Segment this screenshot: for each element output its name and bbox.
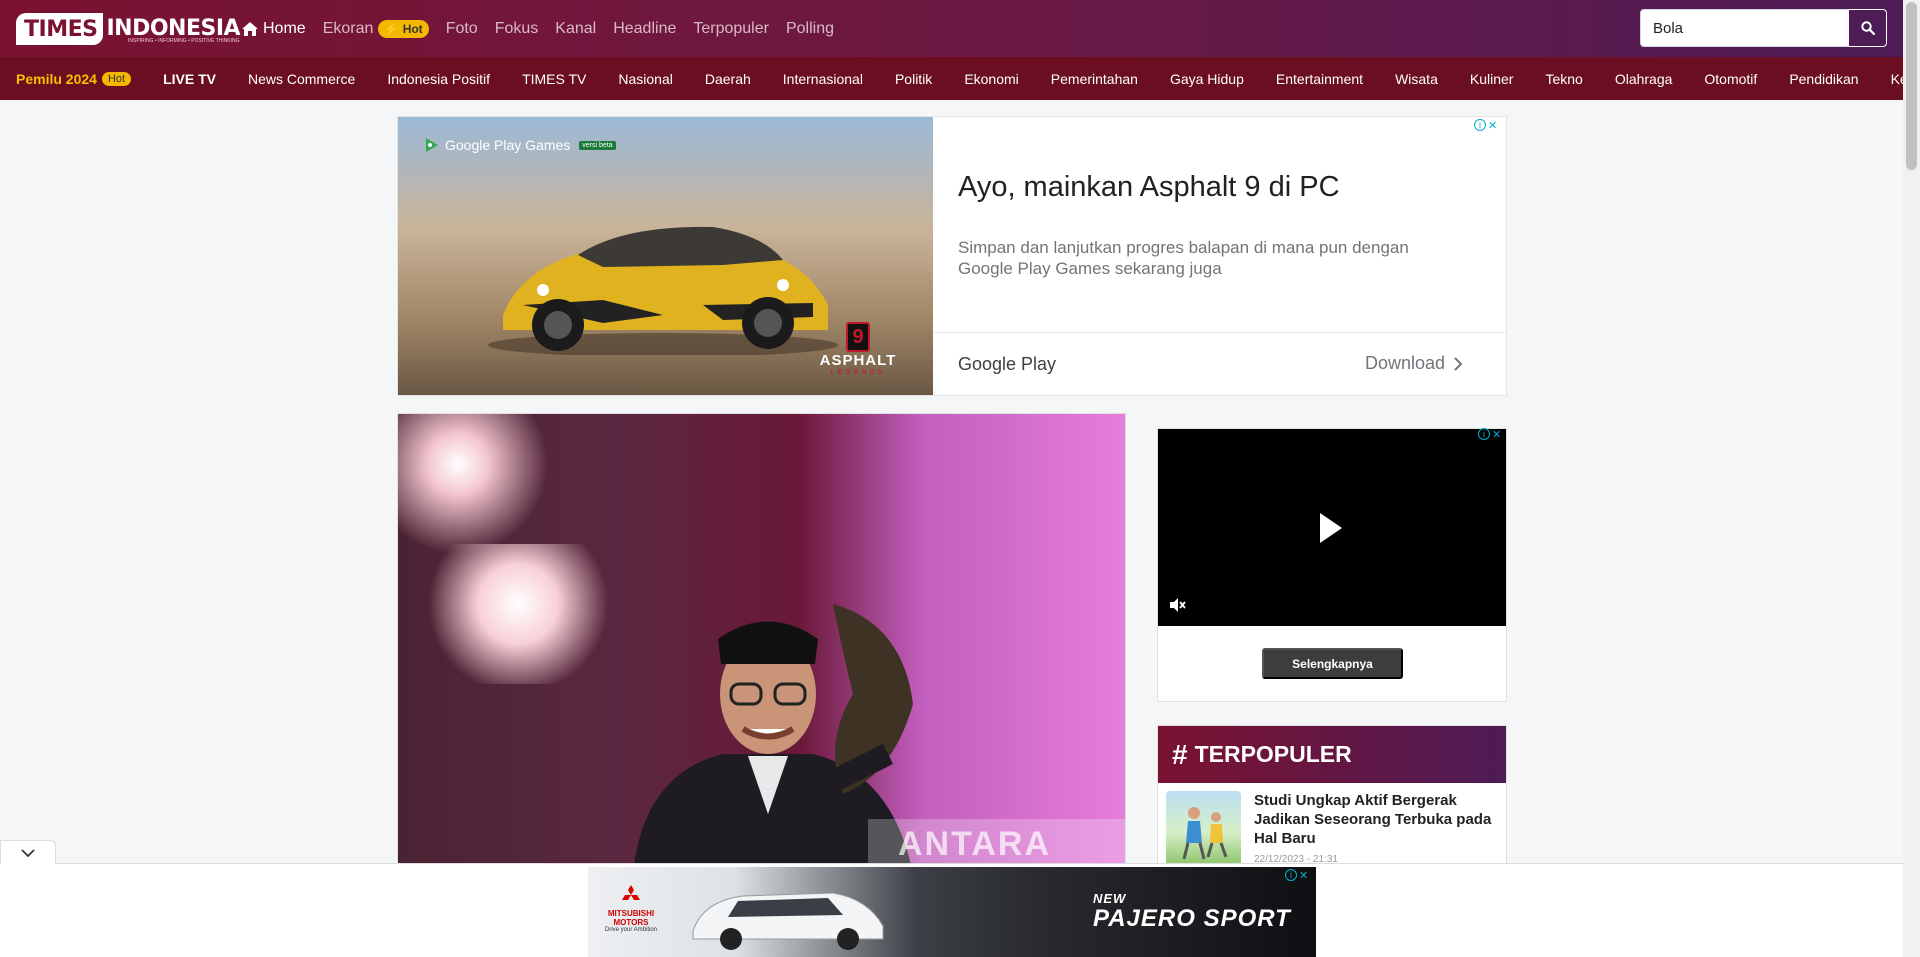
cat-pemerintahan[interactable]: Pemerintahan: [1051, 71, 1138, 87]
cat-times-tv[interactable]: TIMES TV: [522, 71, 586, 87]
google-play-games-label: Google Play Games versi beta: [424, 137, 616, 153]
mute-icon[interactable]: [1168, 596, 1186, 614]
ad-divider: [933, 332, 1506, 333]
nav-fokus[interactable]: Fokus: [495, 20, 539, 38]
ad-download-label: Download: [1365, 353, 1446, 373]
close-icon[interactable]: ✕: [1299, 869, 1308, 882]
nav-polling[interactable]: Polling: [786, 20, 834, 38]
ad-store-name: Google Play: [958, 354, 1057, 374]
ekoran-hot-badge: ⚡ Hot: [378, 19, 429, 38]
video-advertisement[interactable]: Selengkapnya i ✕: [1157, 428, 1507, 702]
play-icon[interactable]: [1320, 513, 1342, 543]
mitsubishi-diamonds-icon: [622, 885, 640, 900]
category-bar: Pemilu 2024 Hot LIVE TV News Commerce In…: [0, 57, 1903, 100]
cat-live-tv[interactable]: LIVE TV: [163, 71, 216, 87]
nav-home[interactable]: Home: [242, 20, 306, 38]
cat-kuliner[interactable]: Kuliner: [1470, 71, 1514, 87]
chevron-right-icon: [1454, 356, 1463, 371]
search-input[interactable]: [1640, 9, 1849, 47]
search-icon: [1860, 21, 1875, 35]
close-icon[interactable]: ✕: [1492, 428, 1501, 441]
nav-ekoran[interactable]: Ekoran ⚡ Hot: [322, 19, 429, 38]
hot-label: Hot: [402, 21, 423, 36]
ad-choices[interactable]: i ✕: [1478, 428, 1501, 441]
top-header: TIMES INDONESIA INSPIRING • INFORMING • …: [0, 0, 1903, 57]
fire-icon: ⚡: [384, 21, 400, 36]
google-play-games-text: Google Play Games: [445, 137, 571, 153]
ad-description: Simpan dan lanjutkan progres balapan di …: [958, 238, 1409, 278]
beta-badge: versi beta: [579, 140, 616, 150]
video-more-button[interactable]: Selengkapnya: [1262, 648, 1403, 679]
cat-nasional[interactable]: Nasional: [618, 71, 672, 87]
hashtag-icon: #: [1172, 738, 1188, 770]
popular-heading-label: TERPOPULER: [1194, 741, 1352, 767]
info-icon[interactable]: i: [1474, 119, 1486, 131]
chevron-down-icon: [21, 848, 35, 857]
close-icon[interactable]: ✕: [1488, 119, 1497, 132]
search-button[interactable]: [1848, 9, 1887, 47]
pajero-sport-logo: NEW PAJERO SPORT: [1093, 889, 1291, 932]
cat-gaya-hidup[interactable]: Gaya Hidup: [1170, 71, 1244, 87]
mitsubishi-brand: MITSUBISHI MOTORS: [607, 909, 655, 927]
mitsubishi-slogan: Drive your Ambition: [604, 927, 658, 933]
headline-article-image[interactable]: ANTARA: [397, 413, 1126, 865]
ad-choices[interactable]: i ✕: [1285, 869, 1308, 882]
cat-indonesia-positif[interactable]: Indonesia Positif: [387, 71, 490, 87]
cat-otomotif[interactable]: Otomotif: [1704, 71, 1757, 87]
cat-news-commerce[interactable]: News Commerce: [248, 71, 355, 87]
nav-ekoran-label: Ekoran: [322, 19, 374, 37]
asphalt-word: ASPHALT: [819, 352, 897, 369]
cat-pemilu-2024[interactable]: Pemilu 2024 Hot: [16, 70, 132, 87]
bottom-advertisement[interactable]: MITSUBISHI MOTORS Drive your Ambition NE…: [588, 867, 1316, 957]
logo-times: TIMES: [16, 12, 104, 45]
nav-foto[interactable]: Foto: [446, 20, 478, 38]
asphalt-logo: 9 ASPHALT LEGENDS: [808, 322, 908, 376]
collapse-ad-button[interactable]: [0, 840, 56, 864]
google-play-games-icon: [426, 138, 438, 152]
cat-ekonomi[interactable]: Ekonomi: [964, 71, 1018, 87]
ad-image: Google Play Games versi beta 9 ASPHALT L…: [398, 117, 933, 395]
logo-tagline: INSPIRING • INFORMING • POSITIVE THINKIN…: [128, 38, 240, 44]
ad-choices[interactable]: i ✕: [1474, 119, 1497, 132]
cat-pendidikan[interactable]: Pendidikan: [1789, 71, 1858, 87]
popular-heading: # TERPOPULER: [1158, 726, 1506, 783]
video-player[interactable]: [1158, 429, 1506, 626]
asphalt-number: 9: [846, 322, 870, 352]
page-scrollbar-thumb[interactable]: [1906, 2, 1917, 170]
popular-item-title: Studi Ungkap Aktif Bergerak Jadikan Sese…: [1254, 792, 1492, 847]
speaker-figure: [634, 604, 913, 864]
top-advertisement[interactable]: Google Play Games versi beta 9 ASPHALT L…: [397, 116, 1507, 396]
cat-wisata[interactable]: Wisata: [1395, 71, 1438, 87]
nav-terpopuler[interactable]: Terpopuler: [693, 20, 769, 38]
ad-headline: Ayo, mainkan Asphalt 9 di PC: [958, 171, 1340, 203]
home-icon: [242, 21, 258, 36]
asphalt-legends: LEGENDS: [830, 369, 886, 376]
pemilu-hot-badge: Hot: [101, 71, 132, 86]
antara-watermark: ANTARA: [868, 819, 1125, 864]
cat-entertainment[interactable]: Entertainment: [1276, 71, 1363, 87]
info-icon[interactable]: i: [1285, 869, 1297, 881]
main-nav: Home Ekoran ⚡ Hot Foto Fokus Kanal Headl…: [242, 0, 851, 57]
popular-item[interactable]: Studi Ungkap Aktif Bergerak Jadikan Sese…: [1166, 791, 1502, 864]
mitsubishi-logo: MITSUBISHI MOTORS Drive your Ambition: [596, 885, 666, 933]
cat-daerah[interactable]: Daerah: [705, 71, 751, 87]
ad-download-link[interactable]: Download: [1365, 353, 1463, 374]
site-logo[interactable]: TIMES INDONESIA INSPIRING • INFORMING • …: [16, 10, 241, 47]
cat-tekno[interactable]: Tekno: [1545, 71, 1582, 87]
cat-kesehatan[interactable]: Kesehatan: [1891, 71, 1903, 87]
cat-internasional[interactable]: Internasional: [783, 71, 863, 87]
cat-pemilu-label: Pemilu 2024: [16, 70, 97, 87]
nav-home-label: Home: [263, 19, 306, 37]
children-running-image: [1182, 807, 1228, 860]
cat-politik[interactable]: Politik: [895, 71, 932, 87]
suv-image: [692, 892, 884, 950]
info-icon[interactable]: i: [1478, 428, 1490, 440]
cat-olahraga[interactable]: Olahraga: [1615, 71, 1673, 87]
popular-item-thumbnail: [1166, 791, 1241, 864]
model-name: PAJERO SPORT: [1093, 905, 1291, 932]
nav-kanal[interactable]: Kanal: [555, 20, 596, 38]
race-car-image: [488, 226, 838, 355]
popular-widget: # TERPOPULER Studi Ungkap Aktif Bergerak…: [1157, 725, 1507, 865]
nav-headline[interactable]: Headline: [613, 20, 676, 38]
